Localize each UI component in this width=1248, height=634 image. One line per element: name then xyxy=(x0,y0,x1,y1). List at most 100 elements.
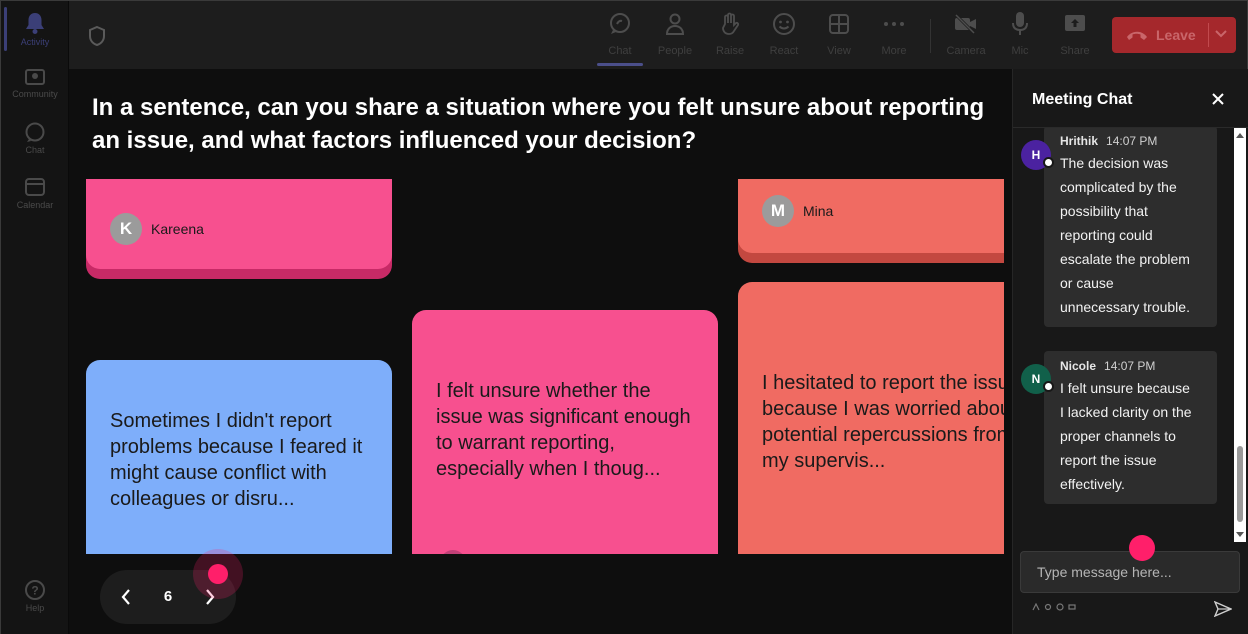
rail-item-label: Chat xyxy=(25,145,45,155)
response-card[interactable]: Sometimes I didn't report problems becaus… xyxy=(86,360,392,554)
gif-icon[interactable] xyxy=(1068,603,1076,611)
toolbar-label: More xyxy=(881,45,907,57)
rail-item-community[interactable]: Community xyxy=(1,67,69,99)
message-text: The decision was complicated by the possib… xyxy=(1060,155,1190,315)
author-name: Mina xyxy=(803,203,834,219)
click-indicator xyxy=(1129,535,1155,561)
presence-indicator xyxy=(1043,381,1054,392)
page-number: 6 xyxy=(163,588,173,605)
message-text: I felt unsure because I lacked clarity on… xyxy=(1060,380,1192,492)
chat-message-input[interactable] xyxy=(1020,551,1240,593)
toolbar-camera-button[interactable]: Camera xyxy=(941,9,991,65)
rail-item-help[interactable]: ? Help xyxy=(1,579,69,613)
chat-message: Hrithik 14:07 PM The decision was complica… xyxy=(1044,128,1217,327)
chat-title: Meeting Chat xyxy=(1032,91,1133,108)
leave-divider xyxy=(1208,23,1209,47)
response-card[interactable]: I felt unsure whether the issue was signi… xyxy=(412,310,718,554)
calendar-icon xyxy=(25,178,45,196)
meeting-toolbar: Chat People Raise React View More Camera xyxy=(69,1,1247,69)
card-face: K Kareena xyxy=(86,179,392,269)
mic-icon xyxy=(1012,12,1028,35)
community-icon xyxy=(25,69,45,85)
activity-stage: In a sentence, can you share a situation… xyxy=(69,69,1012,634)
message-time: 14:07 PM xyxy=(1104,359,1156,373)
card-text: I felt unsure whether the issue was signi… xyxy=(436,380,691,480)
meeting-chat-panel: Meeting Chat Hrithik 14:07 PM The decisio… xyxy=(1012,69,1248,634)
view-grid-icon xyxy=(829,14,849,34)
rail-item-label: Activity xyxy=(20,37,50,47)
response-card[interactable]: M Mina xyxy=(738,179,1004,263)
avatar: H xyxy=(1021,140,1054,170)
toolbar-raise-button[interactable]: Raise xyxy=(705,9,755,65)
emoji-icon[interactable] xyxy=(1056,603,1064,611)
rail-item-activity[interactable]: Activity xyxy=(1,11,69,47)
response-card[interactable]: I hesitated to report the issue because I… xyxy=(738,282,1004,554)
active-tab-indicator xyxy=(597,63,643,66)
rail-item-label: Help xyxy=(25,603,45,613)
sender-name: Hrithik xyxy=(1060,134,1099,148)
toolbar-view-button[interactable]: View xyxy=(814,9,864,65)
responses-board: K Kareena M Mina Sometimes I didn't repo… xyxy=(69,179,1004,554)
rail-item-label: Community xyxy=(12,89,58,99)
card-face: M Mina xyxy=(738,179,1004,253)
toolbar-chat-button[interactable]: Chat xyxy=(595,9,645,65)
send-icon[interactable] xyxy=(1214,601,1232,617)
app-rail: Activity Community Chat Calendar ? Help xyxy=(1,1,69,634)
toolbar-label: Camera xyxy=(946,45,986,57)
message-time: 14:07 PM xyxy=(1106,134,1158,148)
scrollbar-thumb[interactable] xyxy=(1237,446,1243,522)
rail-item-chat[interactable]: Chat xyxy=(1,121,69,155)
card-text: I hesitated to report the issue because I… xyxy=(762,372,1004,472)
chat-icon xyxy=(25,122,45,142)
raise-hand-icon xyxy=(722,12,740,35)
toolbar-share-button[interactable]: Share xyxy=(1050,9,1100,65)
close-icon[interactable] xyxy=(1211,92,1225,106)
rail-item-calendar[interactable]: Calendar xyxy=(1,176,69,210)
chat-messages: Hrithik 14:07 PM The decision was complica… xyxy=(1013,128,1248,542)
sender-name: Nicole xyxy=(1060,359,1097,373)
attach-icon[interactable] xyxy=(1044,603,1052,611)
chat-icon xyxy=(610,13,630,34)
card-text: Sometimes I didn't report problems becaus… xyxy=(110,410,363,510)
phone-hangup-icon xyxy=(1127,31,1147,40)
avatar: N xyxy=(1021,364,1054,394)
toolbar-label: Mic xyxy=(1011,45,1029,57)
avatar: M xyxy=(762,195,794,227)
avatar: K xyxy=(110,213,142,245)
toolbar-label: People xyxy=(657,45,693,57)
meeting-window: Activity Community Chat Calendar ? Help … xyxy=(0,0,1248,634)
toolbar-label: Share xyxy=(1060,45,1090,57)
scroll-up-arrow-icon[interactable] xyxy=(1235,131,1245,139)
help-icon: ? xyxy=(25,580,45,600)
share-icon xyxy=(1065,15,1085,31)
camera-off-icon xyxy=(954,13,976,35)
toolbar-more-button[interactable]: More xyxy=(869,9,919,65)
chevron-left-icon[interactable] xyxy=(118,587,134,607)
format-icon[interactable] xyxy=(1032,603,1040,611)
toolbar-label: View xyxy=(827,45,851,57)
card-author: M Mina xyxy=(762,195,833,227)
response-card[interactable]: K Kareena xyxy=(86,179,392,279)
scroll-down-arrow-icon[interactable] xyxy=(1235,531,1245,539)
bell-icon xyxy=(26,13,44,34)
toolbar-label: React xyxy=(769,45,799,57)
chat-message: Nicole 14:07 PM I felt unsure because I la… xyxy=(1044,351,1217,504)
click-indicator xyxy=(208,564,228,584)
chevron-down-icon[interactable] xyxy=(1214,29,1228,39)
shield-icon[interactable] xyxy=(87,25,107,47)
toolbar-divider xyxy=(930,19,931,53)
leave-button[interactable]: Leave xyxy=(1112,17,1236,53)
react-emoji-icon xyxy=(773,13,795,35)
toolbar-label: Raise xyxy=(715,45,745,57)
compose-options xyxy=(1032,603,1076,611)
toolbar-mic-button[interactable]: Mic xyxy=(995,9,1045,65)
leave-label: Leave xyxy=(1156,27,1196,43)
toolbar-label: Chat xyxy=(608,45,632,57)
question-title: In a sentence, can you share a situation… xyxy=(92,94,985,154)
toolbar-react-button[interactable]: React xyxy=(759,9,809,65)
toolbar-people-button[interactable]: People xyxy=(650,9,700,65)
people-icon xyxy=(665,13,685,35)
presence-indicator xyxy=(1043,157,1054,168)
author-name: Kareena xyxy=(151,221,204,237)
rail-item-label: Calendar xyxy=(16,200,54,210)
